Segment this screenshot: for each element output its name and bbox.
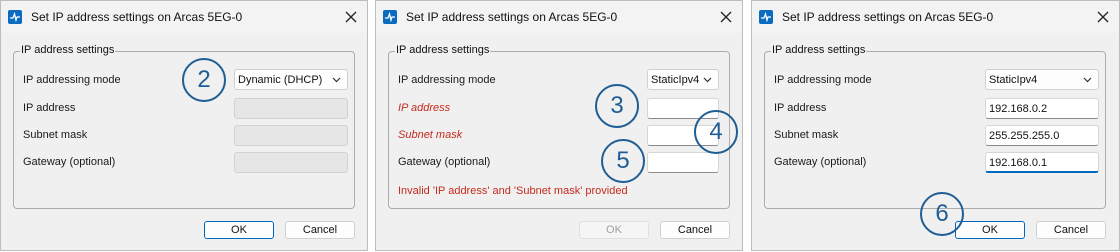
subnet-mask-label: Subnet mask — [398, 129, 463, 141]
subnet-mask-label: Subnet mask — [23, 129, 88, 141]
ip-mode-select[interactable]: StaticIpv4 — [985, 69, 1099, 90]
ip-mode-select[interactable]: Dynamic (DHCP) — [234, 69, 348, 90]
ip-mode-value: StaticIpv4 — [651, 74, 700, 86]
step-marker: 6 — [920, 192, 964, 236]
ip-address-field — [234, 98, 348, 119]
ok-button[interactable]: OK — [204, 221, 274, 239]
subnet-mask-field — [234, 125, 348, 146]
ip-mode-value: StaticIpv4 — [989, 74, 1038, 86]
cancel-button[interactable]: Cancel — [1036, 221, 1106, 239]
ip-mode-select[interactable]: StaticIpv4 — [647, 69, 719, 90]
gateway-field — [234, 152, 348, 173]
app-icon — [383, 10, 397, 24]
subnet-mask-field[interactable]: 255.255.255.0 — [985, 125, 1099, 146]
validation-error: Invalid 'IP address' and 'Subnet mask' p… — [398, 185, 628, 197]
step-marker: 4 — [694, 110, 738, 154]
gateway-value: 192.168.0.1 — [989, 157, 1048, 169]
gateway-field[interactable]: 192.168.0.1 — [985, 152, 1099, 173]
ok-button[interactable]: OK — [955, 221, 1025, 239]
group-label: IP address settings — [771, 44, 867, 56]
close-icon[interactable] — [339, 5, 363, 29]
ip-address-label: IP address — [398, 102, 451, 114]
chevron-down-icon — [1083, 77, 1092, 83]
step-marker: 5 — [601, 139, 645, 183]
step-marker: 2 — [182, 58, 226, 102]
ip-mode-label: IP addressing mode — [774, 74, 872, 86]
chevron-down-icon — [332, 77, 341, 83]
ip-address-field[interactable]: 192.168.0.2 — [985, 98, 1099, 119]
ip-settings-group: IP address settings IP addressing mode S… — [764, 44, 1106, 209]
close-icon[interactable] — [714, 5, 738, 29]
gateway-field[interactable] — [647, 152, 719, 173]
app-icon — [8, 10, 22, 24]
ip-mode-label: IP addressing mode — [398, 74, 496, 86]
ok-button[interactable]: OK — [579, 221, 649, 239]
gateway-label: Gateway (optional) — [398, 156, 491, 168]
ip-settings-dialog-2: Set IP address settings on Arcas 5EG-0 I… — [375, 0, 743, 251]
gateway-label: Gateway (optional) — [23, 156, 116, 168]
subnet-mask-label: Subnet mask — [774, 129, 839, 141]
ip-address-value: 192.168.0.2 — [989, 103, 1048, 115]
step-marker: 3 — [595, 84, 639, 128]
gateway-label: Gateway (optional) — [774, 156, 867, 168]
ip-settings-group: IP address settings IP addressing mode S… — [388, 44, 730, 209]
group-label: IP address settings — [395, 44, 491, 56]
chevron-down-icon — [703, 77, 712, 83]
title-bar[interactable]: Set IP address settings on Arcas 5EG-0 — [752, 1, 1119, 33]
window-title: Set IP address settings on Arcas 5EG-0 — [782, 10, 994, 24]
ip-mode-value: Dynamic (DHCP) — [238, 74, 323, 86]
ip-settings-dialog-3: Set IP address settings on Arcas 5EG-0 I… — [751, 0, 1120, 251]
ip-mode-label: IP addressing mode — [23, 74, 121, 86]
ip-settings-dialog-1: Set IP address settings on Arcas 5EG-0 I… — [0, 0, 368, 251]
window-title: Set IP address settings on Arcas 5EG-0 — [31, 10, 243, 24]
group-label: IP address settings — [20, 44, 116, 56]
title-bar[interactable]: Set IP address settings on Arcas 5EG-0 — [376, 1, 742, 33]
cancel-button[interactable]: Cancel — [285, 221, 355, 239]
title-bar[interactable]: Set IP address settings on Arcas 5EG-0 — [1, 1, 367, 33]
ip-address-label: IP address — [23, 102, 76, 114]
ip-address-label: IP address — [774, 102, 827, 114]
window-title: Set IP address settings on Arcas 5EG-0 — [406, 10, 618, 24]
cancel-button[interactable]: Cancel — [660, 221, 730, 239]
close-icon[interactable] — [1091, 5, 1115, 29]
app-icon — [759, 10, 773, 24]
subnet-mask-value: 255.255.255.0 — [989, 130, 1060, 142]
